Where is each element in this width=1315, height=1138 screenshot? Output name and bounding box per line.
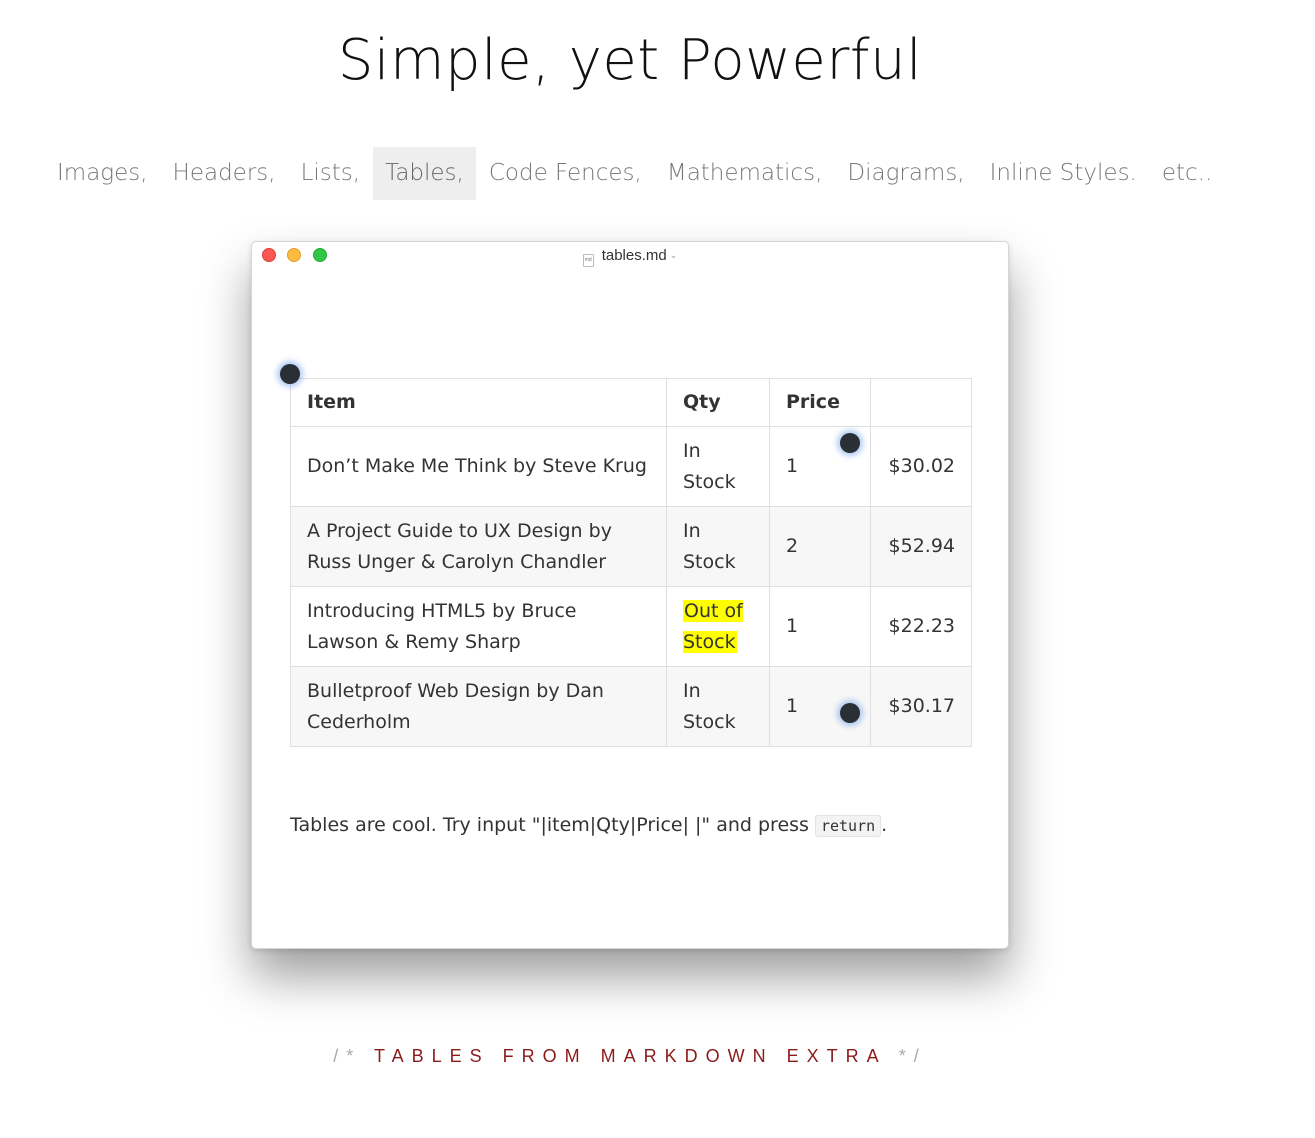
nav-item-headers[interactable]: Headers, (161, 147, 288, 200)
header-price[interactable]: Price (769, 378, 871, 427)
cell-item[interactable]: Introducing HTML5 by Bruce Lawson & Remy… (290, 586, 667, 667)
markdown-file-icon: md (582, 254, 594, 267)
window-title[interactable]: md tables.md ⌄ (252, 247, 1008, 267)
nav-item-tables[interactable]: Tables, (373, 147, 476, 200)
nav-item-mathematics[interactable]: Mathematics, (655, 147, 835, 200)
table-header-row: Item Qty Price (290, 378, 972, 427)
nav-item-inline-styles[interactable]: Inline Styles. (978, 147, 1149, 200)
cell-qty[interactable]: In Stock (666, 666, 770, 747)
table-row: Don’t Make Me Think by Steve Krug In Sto… (290, 426, 972, 507)
page-headline: Simple, yet Powerful (337, 28, 923, 93)
nav-item-code-fences[interactable]: Code Fences, (477, 147, 654, 200)
table-row: Introducing HTML5 by Bruce Lawson & Remy… (290, 586, 972, 667)
cell-total[interactable]: $30.02 (870, 426, 972, 507)
cell-item[interactable]: A Project Guide to UX Design by Russ Ung… (290, 506, 667, 587)
cell-price[interactable]: 2 (769, 506, 871, 587)
table-row: Bulletproof Web Design by Dan Cederholm … (290, 666, 972, 747)
chevron-down-icon[interactable]: ⌄ (670, 250, 678, 260)
header-qty[interactable]: Qty (666, 378, 770, 427)
cell-qty[interactable]: In Stock (666, 426, 770, 507)
cell-total[interactable]: $30.17 (870, 666, 972, 747)
nav-item-diagrams[interactable]: Diagrams, (835, 147, 976, 200)
cell-price[interactable]: 1 (769, 586, 871, 667)
nav-item-lists[interactable]: Lists, (289, 147, 373, 200)
section-caption: /* TABLES FROM MARKDOWN EXTRA */ (0, 1046, 1260, 1067)
editor-window: md tables.md ⌄ Item Qty Price Don’t Make M… (251, 241, 1009, 949)
cell-qty[interactable]: In Stock (666, 506, 770, 587)
cell-item[interactable]: Don’t Make Me Think by Steve Krug (290, 426, 667, 507)
feature-nav: Images, Headers, Lists, Tables, Code Fen… (45, 147, 1225, 200)
touch-indicator (280, 364, 300, 384)
touch-indicator (840, 703, 860, 723)
caption-comment-open: /* (333, 1046, 374, 1066)
markdown-table: Item Qty Price Don’t Make Me Think by St… (290, 378, 972, 747)
table-tip-paragraph: Tables are cool. Try input "|item|Qty|Pr… (290, 814, 888, 837)
window-title-text: tables.md (601, 247, 667, 264)
inline-code: return (814, 815, 882, 837)
nav-item-images[interactable]: Images, (45, 147, 160, 200)
caption-text: TABLES FROM MARKDOWN EXTRA (373, 1046, 886, 1066)
tip-period: . (881, 814, 888, 836)
touch-indicator (840, 433, 860, 453)
cell-total[interactable]: $52.94 (870, 506, 972, 587)
tip-text: Tables are cool. Try input "|item|Qty|Pr… (290, 814, 815, 836)
cell-total[interactable]: $22.23 (870, 586, 972, 667)
cell-item[interactable]: Bulletproof Web Design by Dan Cederholm (290, 666, 667, 747)
caption-comment-close: */ (885, 1046, 927, 1066)
table-row: A Project Guide to UX Design by Russ Ung… (290, 506, 972, 587)
header-item[interactable]: Item (290, 378, 667, 427)
header-total[interactable] (870, 378, 972, 427)
highlighted-text: Out of Stock (683, 599, 743, 653)
cell-qty[interactable]: Out of Stock (666, 586, 770, 667)
nav-item-etc[interactable]: etc.. (1150, 147, 1224, 200)
window-titlebar[interactable]: md tables.md ⌄ (252, 242, 1008, 270)
